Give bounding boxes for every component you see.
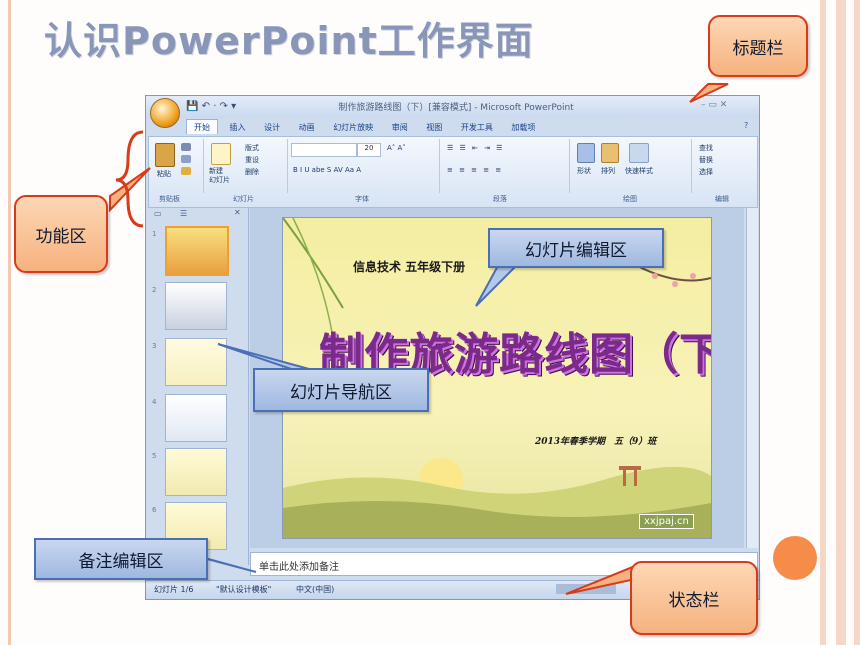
status-slide-count: 幻灯片 1/6 <box>154 585 194 594</box>
format-painter-icon[interactable] <box>181 167 191 175</box>
slide-thumbnail-1[interactable] <box>165 226 229 276</box>
slide-thumbnail-4[interactable] <box>165 394 227 442</box>
new-slide-label[interactable]: 新建 幻灯片 <box>209 167 239 185</box>
thumb-number: 6 <box>152 506 157 514</box>
font-size-input[interactable]: 20 <box>357 143 381 157</box>
align-buttons[interactable]: ≡ ≡ ≡ ≡ ≡ <box>447 166 503 174</box>
tab-view[interactable]: 视图 <box>419 120 449 134</box>
slide-watermark: xxjpaj.cn <box>639 514 694 529</box>
arrange-label[interactable]: 排列 <box>601 166 615 176</box>
group-font: 20 A˄ A˅ B I U abe S AV Aa A <box>289 139 440 193</box>
group-label-slides: 幻灯片 <box>233 195 254 203</box>
shapes-icon[interactable] <box>577 143 595 163</box>
group-label-paragraph: 段落 <box>493 195 507 203</box>
callout-status-bar: 状态栏 <box>630 561 758 635</box>
group-clipboard: 粘贴 <box>151 139 204 193</box>
view-buttons[interactable] <box>556 584 616 594</box>
ribbon: 粘贴 剪贴板 新建 幻灯片 版式 重设 删除 幻灯片 20 A˄ A˅ B I … <box>148 136 758 208</box>
slide-subtitle: 信息技术 五年级下册 <box>353 260 466 274</box>
window-title: 制作旅游路线图（下）[兼容模式] - Microsoft PowerPoint <box>338 103 574 113</box>
new-slide-icon[interactable] <box>211 143 231 165</box>
group-paragraph: ☰ ☰ ⇤ ⇥ ☰ ≡ ≡ ≡ ≡ ≡ <box>441 139 570 193</box>
group-label-font: 字体 <box>355 195 369 203</box>
find-button[interactable]: 查找 <box>699 143 713 153</box>
slides-tab[interactable]: ▭ <box>154 209 162 218</box>
window-controls[interactable]: – ▭ ✕ <box>701 100 727 110</box>
list-buttons[interactable]: ☰ ☰ ⇤ ⇥ ☰ <box>447 144 504 152</box>
status-language: 中文(中国) <box>296 585 335 594</box>
quick-access-toolbar[interactable]: 💾 ↶ · ↷ ▾ <box>186 101 236 112</box>
thumb-number: 2 <box>152 286 157 294</box>
left-decor-line <box>8 0 11 645</box>
right-decor-stripe <box>826 0 836 645</box>
tab-slideshow[interactable]: 幻灯片放映 <box>326 120 380 134</box>
group-editing: 查找 替换 选择 <box>693 139 753 193</box>
panel-tabs: ▭ ☰ ✕ <box>150 208 246 222</box>
status-theme: "默认设计模板" <box>216 585 272 594</box>
thumb-number: 1 <box>152 230 157 238</box>
paste-label: 粘贴 <box>157 170 171 178</box>
powerpoint-window: 制作旅游路线图（下）[兼容模式] - Microsoft PowerPoint … <box>145 95 760 600</box>
slide-thumbnail-5[interactable] <box>165 448 227 496</box>
page-title: 认识PowerPoint工作界面 <box>44 19 534 63</box>
tab-review[interactable]: 审阅 <box>385 120 415 134</box>
grow-shrink-font[interactable]: A˄ A˅ <box>387 144 406 152</box>
vertical-scrollbar[interactable] <box>746 208 758 548</box>
notes-placeholder: 单击此处添加备注 <box>259 562 339 573</box>
layout-button[interactable]: 版式 <box>245 143 259 153</box>
tab-animation[interactable]: 动画 <box>292 120 322 134</box>
outline-tab[interactable]: ☰ <box>180 209 187 218</box>
close-panel-icon[interactable]: ✕ <box>234 208 241 217</box>
tab-addins[interactable]: 加载项 <box>504 120 542 134</box>
group-label-editing: 编辑 <box>715 195 729 203</box>
group-label-clipboard: 剪贴板 <box>159 195 180 203</box>
ribbon-tabs: 开始 插入 设计 动画 幻灯片放映 审阅 视图 开发工具 加载项 <box>186 119 544 135</box>
shapes-label[interactable]: 形状 <box>577 166 591 176</box>
paste-icon[interactable] <box>155 143 175 167</box>
cut-icon[interactable] <box>181 143 191 151</box>
replace-button[interactable]: 替换 <box>699 155 713 165</box>
delete-button[interactable]: 删除 <box>245 167 259 177</box>
select-button[interactable]: 选择 <box>699 167 713 177</box>
group-slides: 新建 幻灯片 版式 重设 删除 <box>205 139 288 193</box>
quick-styles-icon[interactable] <box>629 143 649 163</box>
font-format-buttons[interactable]: B I U abe S AV Aa A <box>293 166 361 174</box>
tab-insert[interactable]: 插入 <box>223 120 253 134</box>
copy-icon[interactable] <box>181 155 191 163</box>
slide-footer: 2013年春季学期 五（9）班 <box>535 437 657 447</box>
slide-thumbnail-3[interactable] <box>165 338 227 386</box>
thumb-number: 5 <box>152 452 157 460</box>
right-decor-stripe-2 <box>846 0 854 645</box>
help-icon[interactable]: ? <box>744 121 748 130</box>
decor-orange-circle <box>773 536 817 580</box>
tab-design[interactable]: 设计 <box>257 120 287 134</box>
group-drawing: 形状 排列 快速样式 <box>571 139 692 193</box>
callout-ribbon: 功能区 <box>14 195 108 273</box>
slide-thumbnail-2[interactable] <box>165 282 227 330</box>
group-label-drawing: 绘图 <box>623 195 637 203</box>
reset-button[interactable]: 重设 <box>245 155 259 165</box>
callout-slide-edit: 幻灯片编辑区 <box>488 228 664 268</box>
tab-home[interactable]: 开始 <box>186 119 218 134</box>
arrange-icon[interactable] <box>601 143 619 163</box>
title-bar: 制作旅游路线图（下）[兼容模式] - Microsoft PowerPoint … <box>146 96 759 118</box>
slide-navigation-panel: ▭ ☰ ✕ 1 2 3 4 5 6 <box>148 208 249 565</box>
thumb-number: 3 <box>152 342 157 350</box>
callout-slide-nav: 幻灯片导航区 <box>253 368 429 412</box>
office-button-icon[interactable] <box>150 98 180 128</box>
callout-notes: 备注编辑区 <box>34 538 208 580</box>
thumb-number: 4 <box>152 398 157 406</box>
font-name-input[interactable] <box>291 143 357 157</box>
quick-styles-label[interactable]: 快速样式 <box>625 166 653 176</box>
tab-developer[interactable]: 开发工具 <box>454 120 500 134</box>
callout-title-bar: 标题栏 <box>708 15 808 77</box>
